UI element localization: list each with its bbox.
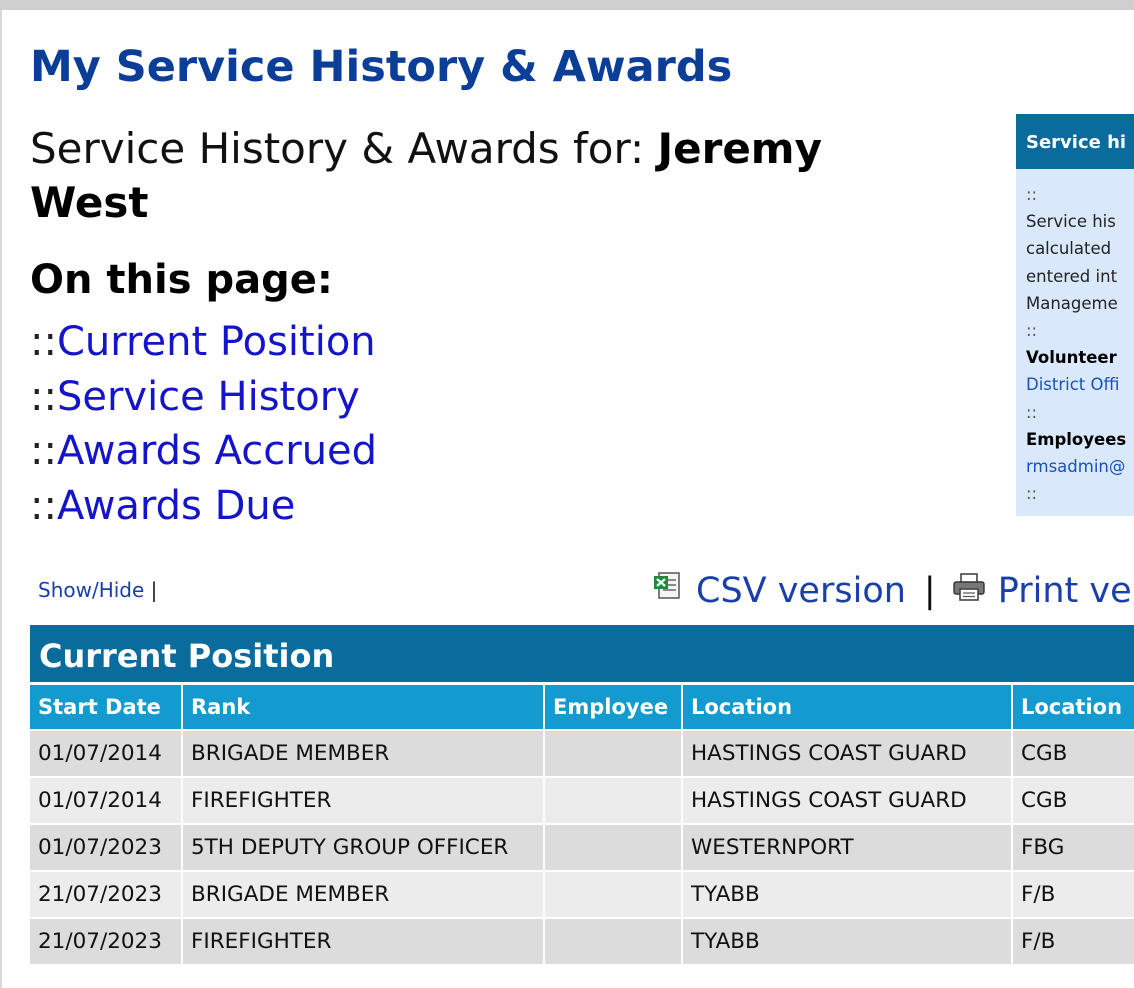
cell-location: HASTINGS COAST GUARD — [682, 730, 1013, 778]
link-service-history[interactable]: Service History — [57, 374, 360, 420]
info-separator: :: — [1026, 185, 1038, 204]
volunteer-label: Volunteer — [1026, 348, 1117, 368]
info-separator: :: — [1026, 484, 1038, 504]
info-separator: :: — [1026, 402, 1038, 422]
table-header-row: Start Date Rank Employee Location Locati… — [30, 685, 1134, 731]
cell-location: HASTINGS COAST GUARD — [682, 777, 1013, 825]
page-subtitle: Service History & Awards for: Jeremy Wes… — [30, 122, 910, 230]
cell-location-code: CGB — [1012, 730, 1134, 778]
cell-employee — [544, 871, 683, 919]
cell-location: WESTERNPORT — [682, 824, 1013, 872]
toc-item-awards-accrued: ::Awards Accrued — [30, 424, 377, 479]
employee-label: Employees — [1026, 429, 1127, 449]
cell-rank: BRIGADE MEMBER — [182, 871, 545, 919]
info-box-body: :: Service his calculated entered int Ma… — [1016, 169, 1134, 507]
cell-rank: FIREFIGHTER — [182, 918, 545, 966]
cell-employee — [544, 918, 683, 966]
csv-version-link[interactable]: CSV version — [696, 571, 906, 611]
cell-location: TYABB — [682, 918, 1013, 966]
table-row: 21/07/2023 BRIGADE MEMBER TYABB F/B — [30, 871, 1134, 919]
cell-location-code: F/B — [1012, 918, 1134, 966]
cell-location-code: FBG — [1012, 824, 1134, 872]
toc-separator: :: — [30, 319, 57, 365]
table-row: 21/07/2023 FIREFIGHTER TYABB F/B — [30, 918, 1134, 966]
printer-icon[interactable] — [952, 571, 986, 611]
subtitle-prefix: Service History & Awards for: — [30, 124, 658, 173]
cell-location-code: CGB — [1012, 777, 1134, 825]
info-box-title: Service hi — [1016, 114, 1134, 169]
link-awards-due[interactable]: Awards Due — [57, 483, 295, 529]
service-history-info-box: Service hi :: Service his calculated ent… — [1016, 114, 1134, 516]
toc-item-service-history: ::Service History — [30, 370, 377, 425]
cell-start-date: 01/07/2023 — [30, 824, 183, 872]
info-separator: :: — [1026, 321, 1038, 341]
show-hide-bar: Show/Hide | — [38, 578, 157, 602]
toolbar-pipe: | — [150, 578, 158, 602]
cell-rank: FIREFIGHTER — [182, 777, 545, 825]
cell-rank: 5TH DEPUTY GROUP OFFICER — [182, 824, 545, 872]
cell-start-date: 01/07/2014 — [30, 777, 183, 825]
cell-employee — [544, 777, 683, 825]
cell-location-code: F/B — [1012, 871, 1134, 919]
spreadsheet-icon[interactable] — [652, 570, 684, 611]
column-header-rank[interactable]: Rank — [182, 685, 545, 731]
cell-employee — [544, 824, 683, 872]
show-hide-toggle[interactable]: Show/Hide — [38, 578, 144, 602]
page-title: My Service History & Awards — [30, 42, 733, 92]
table-row: 01/07/2023 5TH DEPUTY GROUP OFFICER WEST… — [30, 824, 1134, 872]
on-this-page-heading: On this page: — [30, 257, 333, 303]
link-current-position[interactable]: Current Position — [57, 319, 376, 365]
page-content: My Service History & Awards Service Hist… — [0, 10, 1134, 988]
on-this-page-nav: ::Current Position ::Service History ::A… — [30, 315, 377, 533]
cell-rank: BRIGADE MEMBER — [182, 730, 545, 778]
toolbar-pipe: | — [923, 570, 936, 611]
cell-location: TYABB — [682, 871, 1013, 919]
info-text-line: entered int — [1026, 266, 1118, 286]
current-position-title: Current Position — [30, 625, 1134, 682]
volunteer-contact-link[interactable]: District Offi — [1026, 375, 1119, 394]
table-row: 01/07/2014 BRIGADE MEMBER HASTINGS COAST… — [30, 730, 1134, 778]
current-position-section: Current Position Start Date Rank Employe… — [30, 625, 1134, 966]
employee-contact-link[interactable]: rmsadmin@ — [1026, 457, 1125, 476]
cell-start-date: 01/07/2014 — [30, 730, 183, 778]
info-text-line: calculated — [1026, 239, 1112, 259]
link-awards-accrued[interactable]: Awards Accrued — [57, 428, 377, 474]
toc-item-awards-due: ::Awards Due — [30, 479, 377, 534]
column-header-start-date[interactable]: Start Date — [30, 685, 183, 731]
info-text-line: Service his — [1026, 212, 1116, 232]
toc-item-current-position: ::Current Position — [30, 315, 377, 370]
print-version-link[interactable]: Print ve — [998, 571, 1132, 611]
cell-start-date: 21/07/2023 — [30, 871, 183, 919]
current-position-table: Start Date Rank Employee Location Locati… — [30, 685, 1134, 966]
table-row: 01/07/2014 FIREFIGHTER HASTINGS COAST GU… — [30, 777, 1134, 825]
cell-employee — [544, 730, 683, 778]
toc-separator: :: — [30, 482, 57, 529]
cell-start-date: 21/07/2023 — [30, 918, 183, 966]
column-header-location-code[interactable]: Location — [1012, 685, 1134, 731]
column-header-location[interactable]: Location — [682, 685, 1013, 731]
toc-separator: :: — [30, 428, 57, 474]
toc-separator: :: — [30, 373, 57, 420]
export-bar: CSV version | Print ve — [652, 570, 1132, 611]
column-header-employee[interactable]: Employee — [544, 685, 683, 731]
info-text-line: Manageme — [1026, 293, 1118, 313]
